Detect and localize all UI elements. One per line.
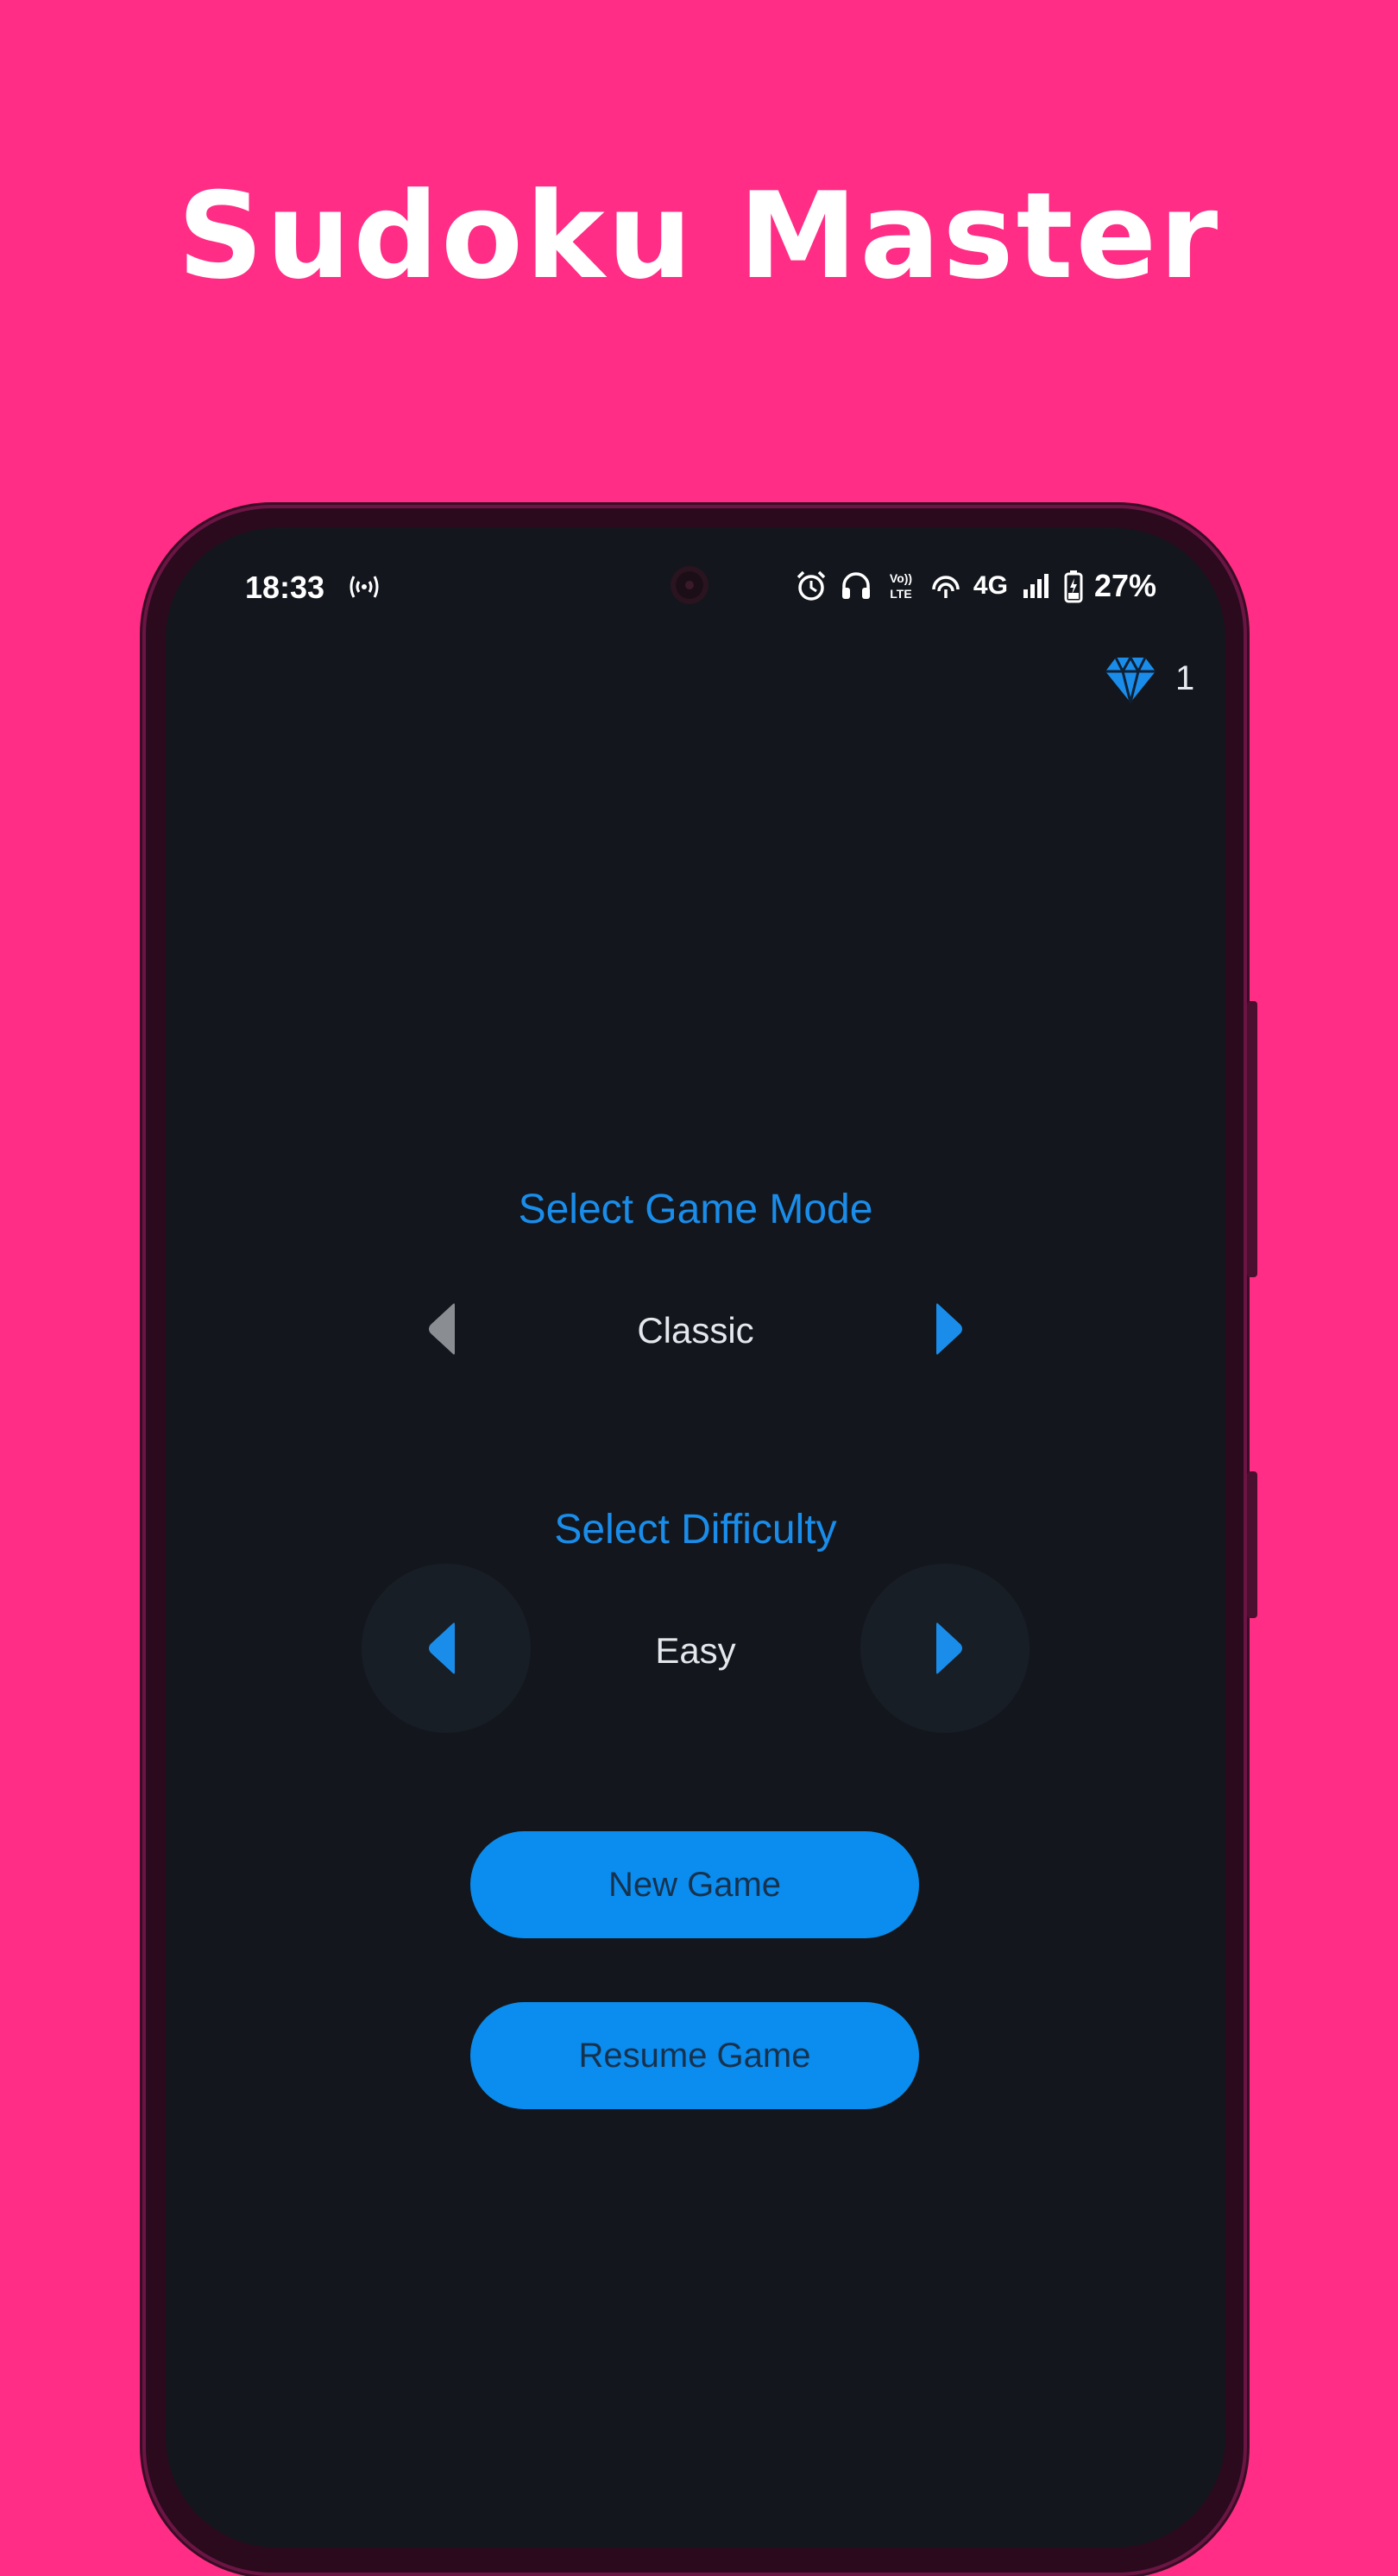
status-time: 18:33	[245, 570, 325, 605]
game-mode-title: Select Game Mode	[518, 1187, 873, 1232]
wireless-icon	[932, 576, 960, 598]
promo-headline: Sudoku Master	[177, 167, 1221, 305]
diamond-icon	[1105, 656, 1156, 703]
app-screen: 18:33 Vo)) LTE 4G 27% 1 Select Game Mode…	[166, 528, 1225, 2548]
new-game-button[interactable]: New Game	[470, 1831, 919, 1938]
phone-side-button	[1247, 1001, 1257, 1277]
hotspot-icon	[350, 576, 379, 598]
difficulty-title: Select Difficulty	[554, 1507, 837, 1553]
alarm-icon	[797, 570, 826, 601]
game-mode-value: Classic	[637, 1310, 754, 1351]
game-mode-next-button[interactable]	[919, 1299, 971, 1359]
gem-count: 1	[1175, 659, 1195, 697]
svg-text:Vo)): Vo))	[890, 571, 912, 585]
volte-icon: Vo)) LTE	[890, 571, 912, 601]
difficulty-next-button[interactable]	[919, 1618, 971, 1678]
headphones-icon	[841, 572, 870, 599]
battery-icon	[1064, 570, 1083, 603]
difficulty-value: Easy	[655, 1630, 736, 1671]
svg-text:LTE: LTE	[890, 587, 911, 601]
battery-percent: 27%	[1093, 568, 1156, 603]
phone-side-button	[1247, 1471, 1257, 1618]
status-icons: Vo)) LTE 4G 27%	[794, 568, 1156, 604]
front-camera	[671, 566, 708, 604]
resume-game-button[interactable]: Resume Game	[470, 2002, 919, 2109]
network-type: 4G	[973, 571, 1008, 600]
signal-icon	[1023, 574, 1048, 598]
